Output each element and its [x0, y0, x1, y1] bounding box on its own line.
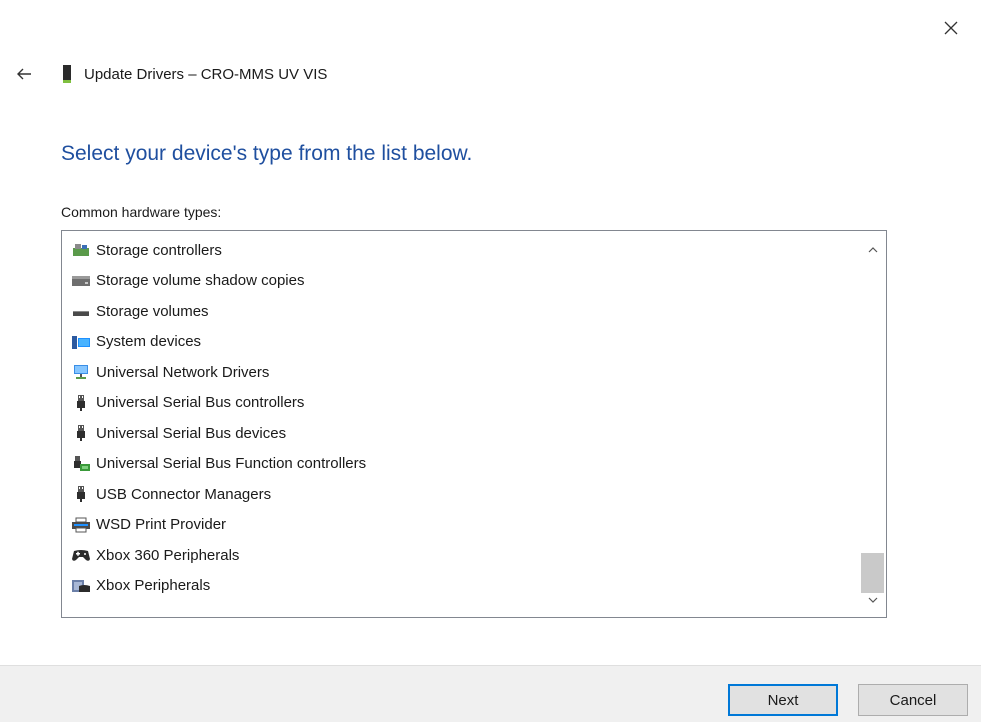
list-item-label: Universal Network Drivers	[96, 363, 270, 381]
list-item-label: Universal Serial Bus controllers	[96, 394, 305, 412]
scroll-thumb[interactable]	[861, 553, 884, 593]
usb-icon	[70, 485, 92, 503]
usb-icon	[70, 394, 92, 412]
list-items: Storage controllers Storage volume shadow…	[62, 235, 858, 601]
cancel-button[interactable]: Cancel	[858, 684, 968, 716]
chevron-down-icon	[868, 597, 877, 603]
update-drivers-window: Update Drivers – CRO-MMS UV VIS Select y…	[0, 0, 981, 722]
list-item[interactable]: USB Connector Managers	[62, 479, 858, 510]
list-item-label: WSD Print Provider	[96, 516, 227, 534]
scroll-down-button[interactable]	[859, 589, 886, 611]
hardware-types-list[interactable]: Storage controllers Storage volume shadow…	[61, 230, 887, 618]
list-item-label: Xbox Peripherals	[96, 577, 211, 595]
list-item[interactable]: Universal Network Drivers	[62, 357, 858, 388]
instruction-heading: Select your device's type from the list …	[61, 142, 473, 165]
list-item[interactable]: WSD Print Provider	[62, 510, 858, 541]
vertical-scrollbar[interactable]	[859, 231, 886, 617]
list-item[interactable]: Xbox 360 Peripherals	[62, 540, 858, 571]
printer-icon	[70, 516, 92, 534]
window-title: Update Drivers – CRO-MMS UV VIS	[84, 65, 328, 83]
scroll-up-button[interactable]	[859, 239, 886, 261]
close-button[interactable]	[935, 14, 967, 42]
list-item-label: USB Connector Managers	[96, 485, 272, 503]
list-label: Common hardware types:	[61, 204, 222, 220]
back-button[interactable]	[12, 62, 36, 86]
list-item[interactable]: Storage volume shadow copies	[62, 266, 858, 297]
network-icon	[70, 363, 92, 381]
list-item-label: System devices	[96, 333, 202, 351]
usb-icon	[70, 424, 92, 442]
list-item-label: Universal Serial Bus devices	[96, 424, 287, 442]
list-item[interactable]: Storage volumes	[62, 296, 858, 327]
list-item-label: Storage controllers	[96, 241, 222, 259]
list-item-label: Storage volumes	[96, 302, 209, 320]
list-item-label: Xbox 360 Peripherals	[96, 546, 240, 564]
list-item[interactable]: Universal Serial Bus controllers	[62, 388, 858, 419]
storage-controller-icon	[70, 241, 92, 259]
list-item[interactable]: System devices	[62, 327, 858, 358]
list-item[interactable]: Storage controllers	[62, 235, 858, 266]
system-devices-icon	[70, 333, 92, 351]
volume-icon	[70, 302, 92, 320]
usb-function-icon	[70, 455, 92, 473]
list-item[interactable]: Universal Serial Bus devices	[62, 418, 858, 449]
drive-icon	[70, 272, 92, 290]
device-icon	[62, 65, 72, 83]
close-icon	[944, 21, 958, 35]
next-button[interactable]: Next	[728, 684, 838, 716]
list-item[interactable]: Universal Serial Bus Function controller…	[62, 449, 858, 480]
list-item-label: Storage volume shadow copies	[96, 272, 305, 290]
xbox-peripherals-icon	[70, 577, 92, 595]
chevron-up-icon	[868, 247, 877, 253]
list-item-label: Universal Serial Bus Function controller…	[96, 455, 367, 473]
back-arrow-icon	[17, 68, 31, 80]
wizard-footer: Next Cancel	[0, 665, 981, 722]
gamepad-icon	[70, 546, 92, 564]
list-item[interactable]: Xbox Peripherals	[62, 571, 858, 602]
wizard-header: Update Drivers – CRO-MMS UV VIS	[12, 60, 327, 88]
